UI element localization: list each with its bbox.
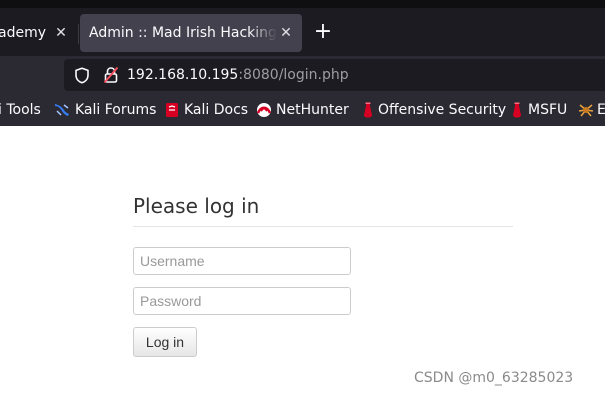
bookmark-msfu[interactable]: MSFU [508, 94, 568, 126]
password-input[interactable] [133, 287, 351, 315]
exploit-db-icon [578, 104, 594, 117]
bookmark-label: Kali Docs [184, 102, 249, 118]
close-icon[interactable]: ✕ [278, 14, 294, 52]
tab-separator [78, 24, 79, 44]
tab-active[interactable]: Admin :: Mad Irish Hacking Academy ✕ [80, 14, 302, 52]
watermark: CSDN @m0_63285023 [414, 370, 574, 386]
login-button[interactable]: Log in [133, 327, 197, 357]
kali-docs-icon [166, 103, 178, 117]
page-content: Please log in Log in CSDN @m0_63285023 [0, 126, 605, 396]
bookmark-label: MSFU [528, 102, 568, 118]
bookmark-label: i Tools [0, 102, 41, 118]
shield-icon[interactable] [74, 67, 90, 84]
bookmark-exploit-db[interactable]: E [577, 94, 605, 126]
bookmark-label: E [597, 102, 605, 118]
bookmark-label: NetHunter [276, 102, 349, 118]
close-icon[interactable]: ✕ [53, 14, 69, 52]
tab-strip: ademy ✕ Admin :: Mad Irish Hacking Acade… [0, 8, 605, 56]
new-tab-button[interactable]: + [312, 14, 334, 52]
offsec-icon [364, 102, 372, 118]
url-path: :8080/login.php [238, 67, 349, 83]
bookmark-offensive-security[interactable]: Offensive Security [358, 94, 506, 126]
url-host: 192.168.10.195 [127, 67, 239, 83]
lock-insecure-icon[interactable] [103, 66, 119, 84]
kali-forums-icon [55, 104, 69, 116]
tab-title: Admin :: Mad Irish Hacking Academy [89, 25, 277, 41]
bookmark-nethunter[interactable]: NetHunter [256, 94, 350, 126]
bookmarks-toolbar: i Tools Kali Forums Kali Docs NetHunter [0, 94, 605, 126]
navigation-toolbar: 192.168.10.195:8080/login.php [0, 56, 605, 94]
bookmark-kali-tools[interactable]: i Tools [0, 94, 48, 126]
url-text[interactable]: 192.168.10.195:8080/login.php [127, 59, 349, 91]
bookmark-kali-docs[interactable]: Kali Docs [164, 94, 248, 126]
bookmark-kali-forums[interactable]: Kali Forums [53, 94, 157, 126]
username-input[interactable] [133, 247, 351, 275]
address-bar[interactable]: 192.168.10.195:8080/login.php [64, 59, 605, 91]
login-heading: Please log in [133, 194, 260, 218]
heading-divider [133, 226, 513, 227]
msfu-icon [513, 102, 521, 118]
tab-title: ademy [0, 25, 47, 41]
tab-inactive[interactable]: ademy ✕ [0, 14, 78, 52]
title-bar [0, 0, 605, 8]
nethunter-icon [256, 103, 272, 117]
bookmark-label: Kali Forums [75, 102, 157, 118]
bookmark-label: Offensive Security [378, 102, 507, 118]
browser-chrome: ademy ✕ Admin :: Mad Irish Hacking Acade… [0, 0, 605, 126]
